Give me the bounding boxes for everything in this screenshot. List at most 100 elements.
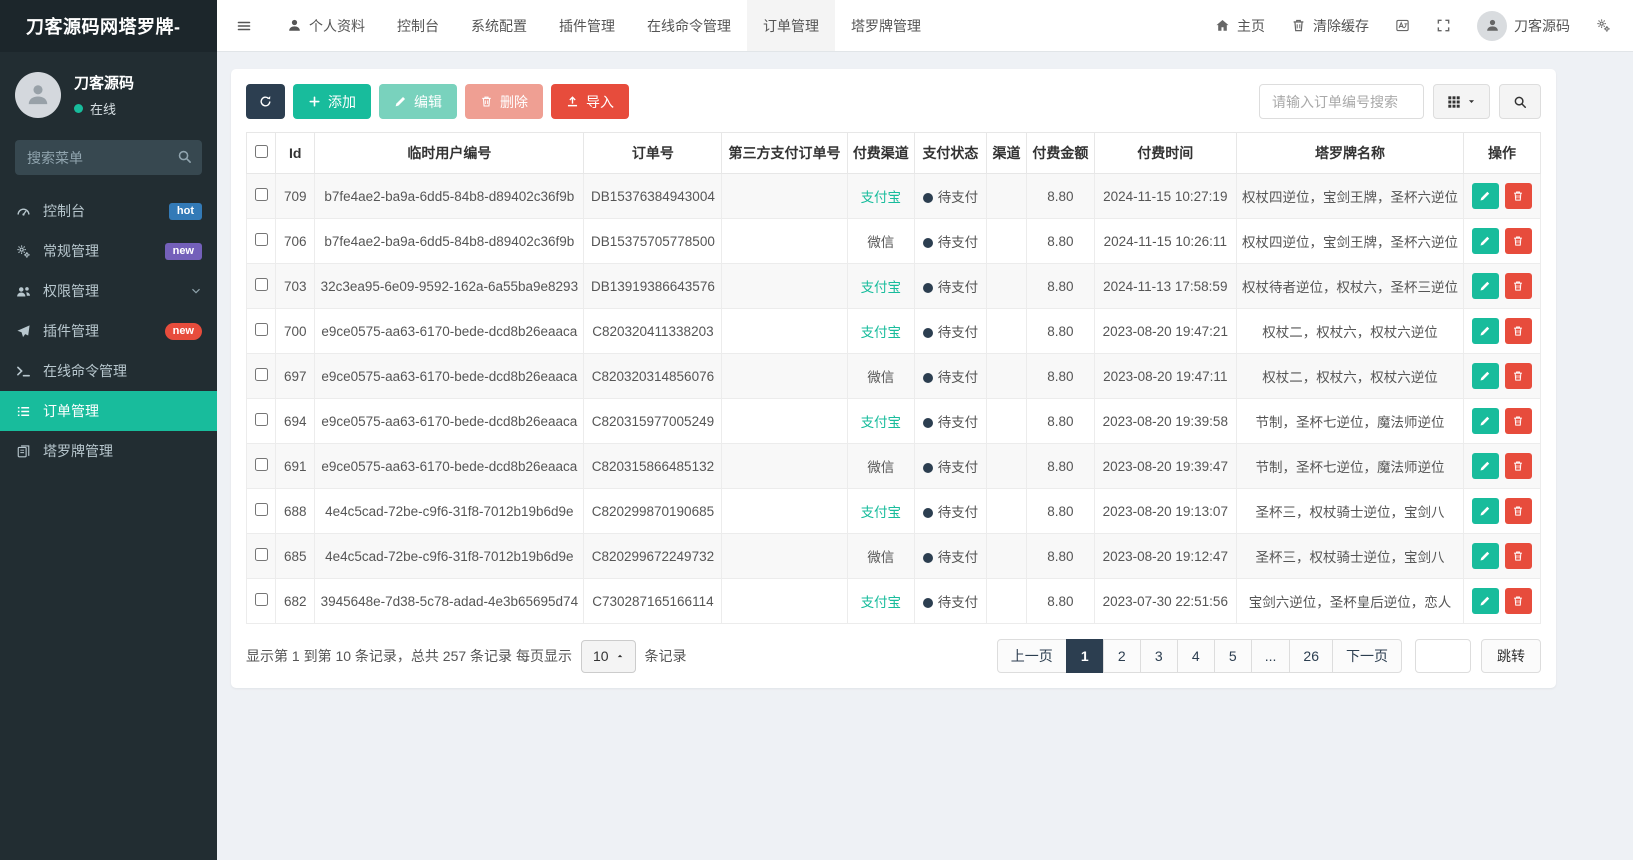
page-5[interactable]: 5 (1213, 639, 1252, 673)
row-edit-button[interactable] (1471, 228, 1499, 254)
cell-amount: 8.80 (1026, 218, 1095, 264)
page-1[interactable]: 1 (1065, 639, 1104, 673)
sidebar-item-插件管理[interactable]: 插件管理 new (0, 311, 217, 351)
select-all-checkbox[interactable] (254, 145, 268, 158)
row-edit-button[interactable] (1471, 273, 1499, 299)
trash-icon (1512, 280, 1524, 292)
cell-qudao (985, 578, 1028, 624)
cell-id: 703 (275, 263, 316, 309)
row-delete-button[interactable] (1504, 363, 1532, 389)
row-delete-button[interactable] (1504, 498, 1532, 524)
clear-cache-link[interactable]: 清除缓存 (1291, 16, 1369, 36)
row-edit-button[interactable] (1471, 453, 1499, 479)
row-checkbox[interactable] (254, 503, 268, 516)
tab-label: 控制台 (397, 17, 439, 34)
cell-channel: 微信 (846, 218, 916, 264)
page-上一页[interactable]: 上一页 (996, 639, 1067, 673)
pencil-icon (1479, 370, 1491, 382)
page-3[interactable]: 3 (1139, 639, 1178, 673)
row-delete-button[interactable] (1504, 588, 1532, 614)
row-delete-button[interactable] (1504, 318, 1532, 344)
tab-塔罗牌管理[interactable]: 塔罗牌管理 (835, 0, 937, 51)
row-checkbox[interactable] (254, 548, 268, 561)
fullscreen-button[interactable] (1436, 18, 1451, 33)
tab-订单管理[interactable]: 订单管理 (747, 0, 835, 51)
cell-third-no (721, 218, 848, 264)
row-checkbox[interactable] (254, 593, 268, 606)
language-button[interactable] (1395, 18, 1410, 33)
home-link[interactable]: 主页 (1215, 16, 1265, 36)
pencil-icon (394, 95, 407, 108)
row-edit-button[interactable] (1471, 183, 1499, 209)
row-delete-button[interactable] (1504, 543, 1532, 569)
page-4[interactable]: 4 (1176, 639, 1215, 673)
search-button[interactable] (1499, 84, 1541, 119)
edit-button[interactable]: 编辑 (379, 84, 457, 119)
hamburger-icon[interactable] (217, 0, 271, 51)
avatar (15, 72, 61, 118)
user-menu[interactable]: 刀客源码 (1477, 10, 1570, 41)
row-delete-button[interactable] (1504, 228, 1532, 254)
row-delete-button[interactable] (1504, 183, 1532, 209)
row-edit-button[interactable] (1471, 363, 1499, 389)
toolbar: 添加 编辑 删除 导入 (246, 84, 1541, 119)
user-icon (25, 82, 51, 108)
row-delete-button[interactable] (1504, 453, 1532, 479)
select-all-header (245, 132, 277, 174)
row-edit-button[interactable] (1471, 318, 1499, 344)
online-dot-icon (74, 104, 83, 113)
tab-系统配置[interactable]: 系统配置 (455, 0, 543, 51)
list-icon (15, 404, 32, 419)
page-size-dropdown[interactable]: 10 (580, 639, 636, 673)
tab-插件管理[interactable]: 插件管理 (543, 0, 631, 51)
cell-third-no (721, 578, 848, 624)
add-button[interactable]: 添加 (293, 84, 371, 119)
settings-button[interactable] (1596, 18, 1611, 33)
jump-page-input[interactable] (1415, 639, 1471, 673)
row-delete-button[interactable] (1504, 273, 1532, 299)
tab-在线命令管理[interactable]: 在线命令管理 (631, 0, 747, 51)
sidebar-item-权限管理[interactable]: 权限管理 (0, 271, 217, 311)
row-checkbox[interactable] (254, 323, 268, 336)
row-checkbox[interactable] (254, 458, 268, 471)
row-checkbox[interactable] (254, 233, 268, 246)
row-edit-button[interactable] (1471, 588, 1499, 614)
page-下一页[interactable]: 下一页 (1332, 639, 1402, 673)
sidebar-item-常规管理[interactable]: 常规管理 new (0, 231, 217, 271)
row-checkbox[interactable] (254, 188, 268, 201)
sidebar-item-控制台[interactable]: 控制台 hot (0, 191, 217, 231)
sidebar-item-在线命令管理[interactable]: 在线命令管理 (0, 351, 217, 391)
columns-button[interactable] (1433, 84, 1490, 119)
sidebar-item-订单管理[interactable]: 订单管理 (0, 391, 217, 431)
sidebar-menu: 控制台 hot 常规管理 new 权限管理 插件管理 new 在线命令管理 订单管理 塔罗牌管理 (0, 191, 217, 471)
row-edit-button[interactable] (1471, 543, 1499, 569)
order-search-input[interactable] (1259, 84, 1424, 119)
cell-select (245, 353, 277, 399)
row-checkbox[interactable] (254, 413, 268, 426)
sidebar-item-塔罗牌管理[interactable]: 塔罗牌管理 (0, 431, 217, 471)
sidebar-search-input[interactable] (15, 140, 202, 175)
cell-channel: 支付宝 (846, 263, 916, 309)
page-2[interactable]: 2 (1102, 639, 1141, 673)
search-icon[interactable] (177, 149, 192, 164)
cell-channel: 微信 (846, 353, 916, 399)
cell-third-no (721, 398, 848, 444)
jump-button[interactable]: 跳转 (1481, 639, 1541, 673)
refresh-button[interactable] (246, 84, 285, 119)
row-delete-button[interactable] (1504, 408, 1532, 434)
tab-控制台[interactable]: 控制台 (381, 0, 455, 51)
row-edit-button[interactable] (1471, 498, 1499, 524)
home-icon (1215, 18, 1230, 33)
cell-status: 待支付 (914, 263, 987, 309)
page-...[interactable]: ... (1250, 639, 1291, 673)
import-button[interactable]: 导入 (551, 84, 629, 119)
pagination: 上一页 1 2 3 4 5... 26 下一页 (996, 639, 1402, 673)
tab-个人资料[interactable]: 个人资料 (271, 0, 381, 51)
delete-button[interactable]: 删除 (465, 84, 543, 119)
page-26[interactable]: 26 (1289, 639, 1333, 673)
cell-actions (1462, 533, 1542, 579)
row-edit-button[interactable] (1471, 408, 1499, 434)
row-checkbox[interactable] (254, 278, 268, 291)
gear-icon (1596, 18, 1611, 33)
row-checkbox[interactable] (254, 368, 268, 381)
